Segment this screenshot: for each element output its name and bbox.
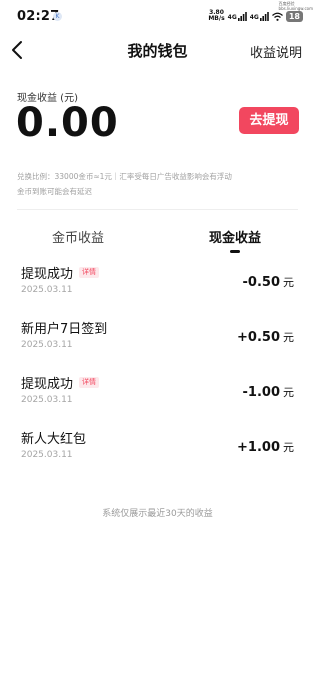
network-speed: 3.80 MB/s [208, 10, 224, 22]
watermark: 百度经验 bbs.liuxingw.com [279, 1, 313, 11]
wifi-icon [271, 12, 283, 21]
exchange-rate-note: 兑换比例：33000金币≈1元｜汇率受每日广告收益影响会有浮动 [17, 172, 232, 181]
cell-signal-2-label: 4G [249, 13, 259, 21]
record-amount: +1.00 元 [237, 439, 294, 455]
cell-signal-2: 4G [249, 11, 269, 21]
record-amount-value: +1.00 [237, 440, 280, 455]
record-title: 新人大红包 [21, 432, 87, 447]
status-bar: 02:27 K 3.80 MB/s 4G 4G 18 百度经验 bbs.liux… [0, 0, 315, 30]
list-item: 提现成功 详情 2025.03.11 -1.00 元 [0, 373, 315, 427]
list-item: 新人大红包 2025.03.11 +1.00 元 [0, 428, 315, 482]
record-amount: -1.00 元 [243, 384, 294, 400]
cash-balance-amount: 0.00 [16, 100, 119, 146]
cell-signal-1: 4G [227, 11, 247, 21]
divider [17, 209, 298, 210]
tab-cash-earnings[interactable]: 现金收益 [209, 227, 261, 246]
detail-badge[interactable]: 详情 [79, 267, 100, 278]
nav-bar: 我的钱包 收益说明 [0, 32, 315, 68]
battery-indicator: 18 [285, 10, 303, 22]
detail-badge[interactable]: 详情 [79, 377, 100, 388]
record-amount-value: -0.50 [242, 275, 280, 290]
active-tab-indicator [230, 250, 240, 253]
list-item: 新用户7日签到 2025.03.11 +0.50 元 [0, 318, 315, 372]
record-amount: -0.50 元 [243, 274, 294, 290]
record-date: 2025.03.11 [21, 340, 73, 350]
record-title: 新用户7日签到 [21, 322, 108, 337]
record-amount-value: +0.50 [237, 330, 280, 345]
network-speed-unit: MB/s [208, 15, 225, 22]
record-amount-unit: 元 [283, 386, 294, 399]
record-amount-value: -1.00 [242, 385, 280, 400]
withdraw-button[interactable]: 去提现 [239, 107, 299, 134]
record-date: 2025.03.11 [21, 285, 73, 295]
record-date: 2025.03.11 [21, 395, 73, 405]
history-range-note: 系统仅展示最近30天的收益 [102, 509, 213, 519]
watermark-line-2: bbs.liuxingw.com [278, 6, 313, 11]
earnings-explanation-link[interactable]: 收益说明 [250, 42, 302, 61]
tab-coin-earnings[interactable]: 金币收益 [52, 227, 104, 246]
arrival-delay-note: 金币到账可能会有延迟 [17, 187, 92, 196]
notification-app-icon: K [53, 12, 62, 21]
record-title: 提现成功 [21, 267, 74, 282]
record-amount: +0.50 元 [237, 329, 294, 345]
signal-bars-icon [237, 11, 247, 21]
record-date: 2025.03.11 [21, 450, 73, 460]
record-amount-unit: 元 [283, 441, 294, 454]
list-item: 提现成功 详情 2025.03.11 -0.50 元 [0, 263, 315, 317]
exchange-notes: 兑换比例：33000金币≈1元｜汇率受每日广告收益影响会有浮动 金币到账可能会有… [17, 169, 307, 199]
signal-bars-icon [259, 11, 269, 21]
record-title: 提现成功 [21, 377, 74, 392]
record-amount-unit: 元 [283, 276, 294, 289]
record-amount-unit: 元 [283, 331, 294, 344]
cell-signal-1-label: 4G [227, 13, 237, 21]
